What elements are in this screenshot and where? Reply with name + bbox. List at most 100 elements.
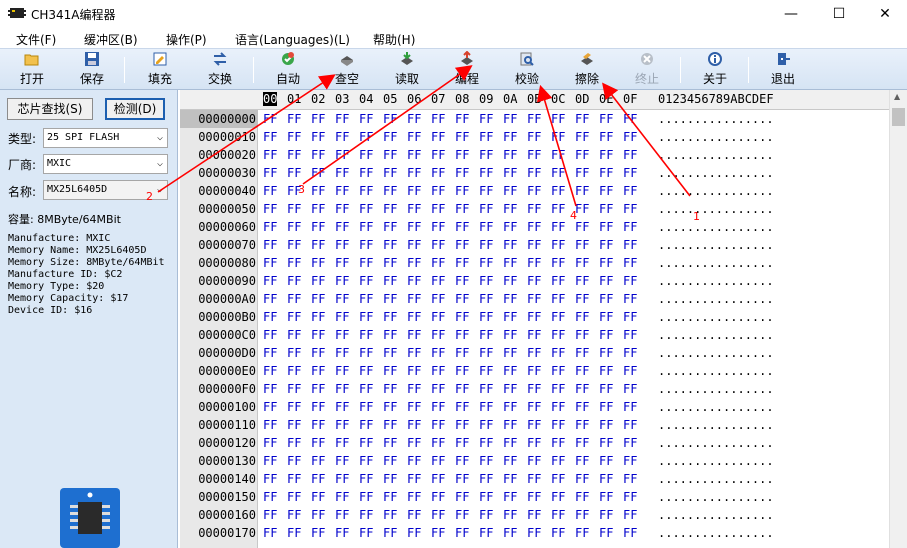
hex-byte[interactable]: FF <box>335 272 349 290</box>
hex-byte[interactable]: FF <box>479 290 493 308</box>
hex-row[interactable]: 000000C0 FF FF FF FF FF FF FF FF FF FF FF FF FF FF FF FF… <box>180 326 889 344</box>
hex-byte[interactable]: FF <box>527 362 541 380</box>
hex-byte[interactable]: FF <box>623 128 637 146</box>
hex-byte[interactable]: FF <box>479 128 493 146</box>
hex-byte[interactable]: FF <box>335 308 349 326</box>
hex-byte[interactable]: FF <box>623 254 637 272</box>
hex-byte[interactable]: FF <box>479 452 493 470</box>
hex-byte[interactable]: FF <box>551 434 565 452</box>
hex-byte[interactable]: FF <box>407 236 421 254</box>
hex-byte[interactable]: FF <box>527 470 541 488</box>
vendor-select[interactable]: MXIC ⌵ <box>43 154 168 174</box>
maximize-button[interactable]: ☐ <box>816 0 862 28</box>
hex-byte[interactable]: FF <box>503 470 517 488</box>
hex-byte[interactable]: FF <box>479 254 493 272</box>
hex-byte[interactable]: FF <box>383 272 397 290</box>
hex-byte[interactable]: FF <box>287 128 301 146</box>
hex-row[interactable]: 00000120 FF FF FF FF FF FF FF FF FF FF FF FF FF FF FF FF… <box>180 434 889 452</box>
hex-byte[interactable]: FF <box>527 200 541 218</box>
hex-byte[interactable]: FF <box>503 362 517 380</box>
hex-byte[interactable]: FF <box>335 110 349 128</box>
hex-byte[interactable]: FF <box>383 416 397 434</box>
hex-byte[interactable]: FF <box>311 146 325 164</box>
hex-byte[interactable]: FF <box>383 344 397 362</box>
menu-buffer[interactable]: 缓冲区(B) <box>84 31 138 48</box>
vertical-scrollbar[interactable]: ▲ <box>889 90 907 548</box>
hex-byte[interactable]: FF <box>431 182 445 200</box>
hex-byte[interactable]: FF <box>503 218 517 236</box>
hex-byte[interactable]: FF <box>335 290 349 308</box>
hex-byte[interactable]: FF <box>263 200 277 218</box>
hex-byte[interactable]: FF <box>503 200 517 218</box>
hex-byte[interactable]: FF <box>599 380 613 398</box>
hex-byte[interactable]: FF <box>311 236 325 254</box>
hex-byte[interactable]: FF <box>335 470 349 488</box>
hex-byte[interactable]: FF <box>455 110 469 128</box>
hex-byte[interactable]: FF <box>503 128 517 146</box>
hex-byte[interactable]: FF <box>383 308 397 326</box>
name-select[interactable]: MX25L6405D ⌵ <box>43 180 168 200</box>
hex-byte[interactable]: FF <box>359 380 373 398</box>
hex-byte[interactable]: FF <box>551 398 565 416</box>
hex-byte[interactable]: FF <box>575 128 589 146</box>
detect-button[interactable]: 检测(D) <box>105 98 165 120</box>
hex-byte[interactable]: FF <box>335 488 349 506</box>
hex-byte[interactable]: FF <box>479 434 493 452</box>
hex-byte[interactable]: FF <box>383 254 397 272</box>
blank-check-button[interactable]: 查空 <box>322 51 372 89</box>
hex-byte[interactable]: FF <box>479 326 493 344</box>
hex-byte[interactable]: FF <box>359 506 373 524</box>
hex-byte[interactable]: FF <box>407 128 421 146</box>
hex-byte[interactable]: FF <box>263 308 277 326</box>
hex-byte[interactable]: FF <box>335 236 349 254</box>
hex-byte[interactable]: FF <box>407 182 421 200</box>
hex-byte[interactable]: FF <box>599 488 613 506</box>
hex-byte[interactable]: FF <box>263 110 277 128</box>
hex-byte[interactable]: FF <box>335 164 349 182</box>
hex-byte[interactable]: FF <box>623 506 637 524</box>
hex-byte[interactable]: FF <box>551 218 565 236</box>
hex-byte[interactable]: FF <box>383 434 397 452</box>
hex-byte[interactable]: FF <box>359 272 373 290</box>
hex-byte[interactable]: FF <box>431 308 445 326</box>
hex-byte[interactable]: FF <box>623 272 637 290</box>
hex-byte[interactable]: FF <box>479 398 493 416</box>
hex-byte[interactable]: FF <box>335 326 349 344</box>
hex-byte[interactable]: FF <box>575 290 589 308</box>
hex-row[interactable]: 00000110 FF FF FF FF FF FF FF FF FF FF FF FF FF FF FF FF… <box>180 416 889 434</box>
hex-byte[interactable]: FF <box>263 524 277 542</box>
hex-byte[interactable]: FF <box>599 272 613 290</box>
hex-byte[interactable]: FF <box>455 326 469 344</box>
hex-byte[interactable]: FF <box>455 488 469 506</box>
hex-byte[interactable]: FF <box>263 128 277 146</box>
hex-byte[interactable]: FF <box>575 308 589 326</box>
hex-byte[interactable]: FF <box>623 218 637 236</box>
hex-byte[interactable]: FF <box>431 398 445 416</box>
hex-byte[interactable]: FF <box>407 434 421 452</box>
hex-byte[interactable]: FF <box>287 506 301 524</box>
hex-byte[interactable]: FF <box>455 506 469 524</box>
hex-byte[interactable]: FF <box>479 110 493 128</box>
hex-byte[interactable]: FF <box>359 128 373 146</box>
hex-byte[interactable]: FF <box>407 380 421 398</box>
hex-byte[interactable]: FF <box>503 434 517 452</box>
hex-byte[interactable]: FF <box>503 344 517 362</box>
hex-byte[interactable]: FF <box>263 488 277 506</box>
hex-byte[interactable]: FF <box>503 524 517 542</box>
hex-byte[interactable]: FF <box>623 470 637 488</box>
hex-byte[interactable]: FF <box>623 398 637 416</box>
hex-byte[interactable]: FF <box>287 380 301 398</box>
hex-byte[interactable]: FF <box>263 470 277 488</box>
hex-byte[interactable]: FF <box>287 272 301 290</box>
hex-byte[interactable]: FF <box>503 254 517 272</box>
hex-byte[interactable]: FF <box>431 200 445 218</box>
hex-byte[interactable]: FF <box>335 146 349 164</box>
hex-row[interactable]: 00000130 FF FF FF FF FF FF FF FF FF FF FF FF FF FF FF FF… <box>180 452 889 470</box>
hex-byte[interactable]: FF <box>551 416 565 434</box>
hex-byte[interactable]: FF <box>311 362 325 380</box>
hex-byte[interactable]: FF <box>407 290 421 308</box>
about-button[interactable]: 关于 <box>690 51 740 89</box>
hex-byte[interactable]: FF <box>599 452 613 470</box>
menu-file[interactable]: 文件(F) <box>16 31 56 48</box>
hex-byte[interactable]: FF <box>431 434 445 452</box>
